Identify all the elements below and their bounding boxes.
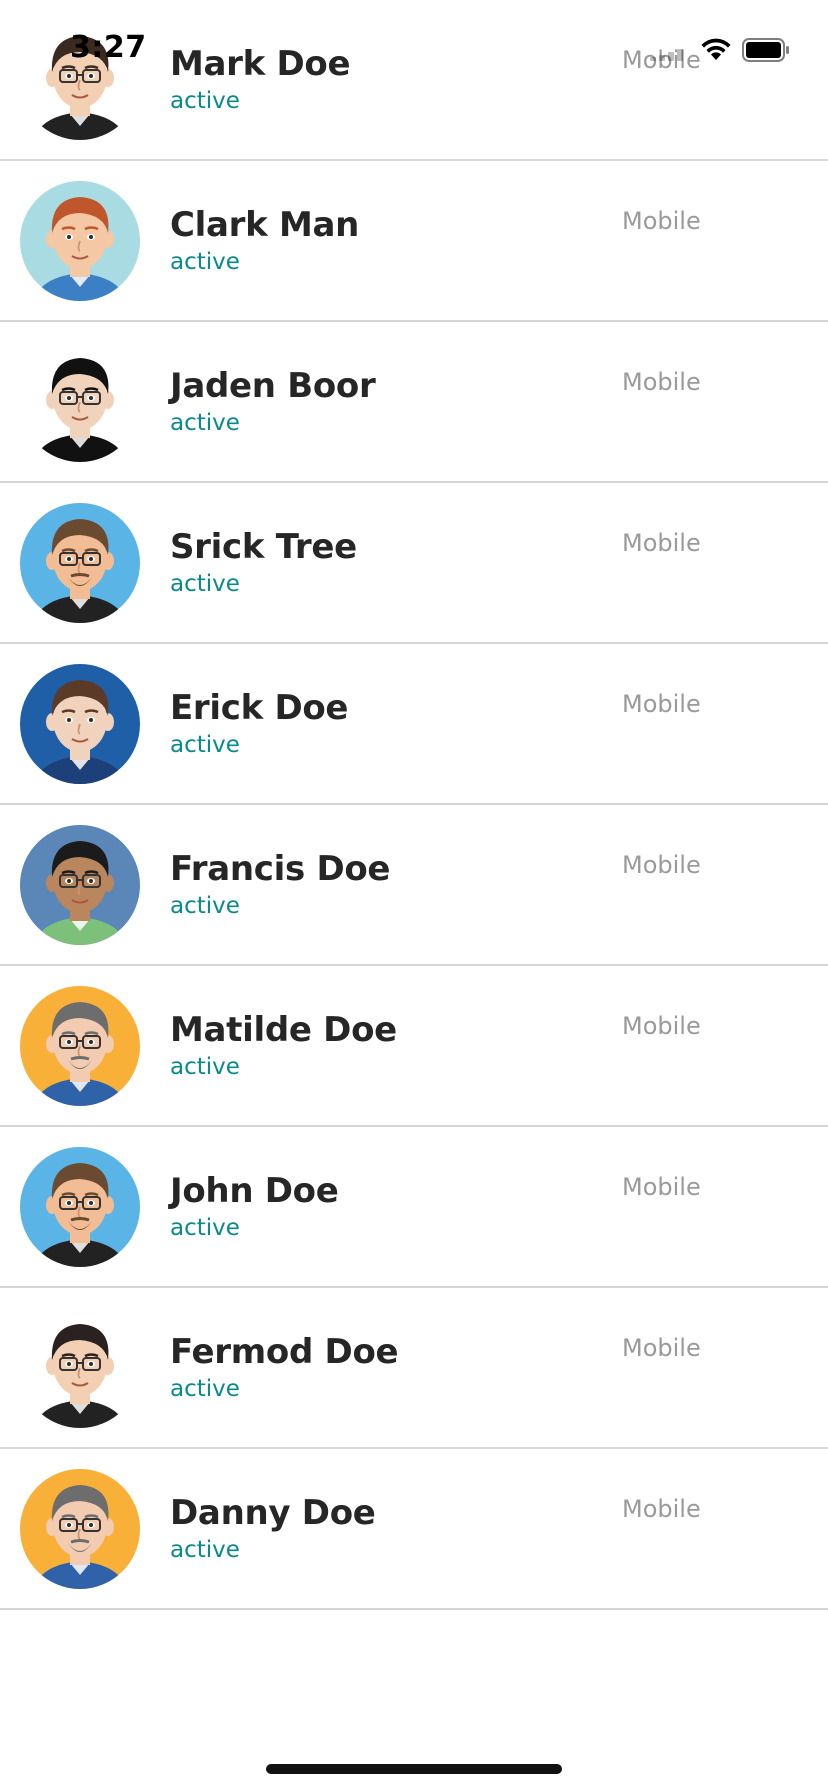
contact-row[interactable]: Srick Tree active Mobile — [0, 483, 828, 644]
contacts-screen: 3:27 Mark Doe active Mobile Clark Man active… — [0, 0, 828, 1792]
contact-status: active — [170, 893, 240, 919]
contact-row[interactable]: Danny Doe active Mobile — [0, 1449, 828, 1610]
contact-status: active — [170, 249, 240, 275]
home-indicator[interactable] — [266, 1764, 562, 1774]
avatar — [20, 20, 140, 140]
contact-name: Fermod Doe — [170, 1332, 399, 1372]
avatar — [20, 1308, 140, 1428]
contact-device: Mobile — [622, 851, 701, 879]
contact-device: Mobile — [622, 46, 701, 74]
avatar — [20, 664, 140, 784]
contact-status: active — [170, 1215, 240, 1241]
avatar — [20, 342, 140, 462]
contact-name: Erick Doe — [170, 688, 349, 728]
contact-name: John Doe — [170, 1171, 339, 1211]
contact-status: active — [170, 1537, 240, 1563]
contact-device: Mobile — [622, 529, 701, 557]
contact-row[interactable]: Francis Doe active Mobile — [0, 805, 828, 966]
avatar — [20, 503, 140, 623]
contact-list: Mark Doe active Mobile Clark Man active Mobil… — [0, 0, 828, 1610]
contact-name: Jaden Boor — [170, 366, 376, 406]
contact-name: Srick Tree — [170, 527, 357, 567]
contact-status: active — [170, 1376, 240, 1402]
contact-name: Danny Doe — [170, 1493, 376, 1533]
avatar — [20, 1469, 140, 1589]
contact-status: active — [170, 88, 240, 114]
contact-row[interactable]: Mark Doe active Mobile — [0, 0, 828, 161]
avatar — [20, 825, 140, 945]
avatar — [20, 986, 140, 1106]
contact-status: active — [170, 571, 240, 597]
contact-device: Mobile — [622, 1334, 701, 1362]
contact-device: Mobile — [622, 1173, 701, 1201]
contact-status: active — [170, 410, 240, 436]
contact-name: Mark Doe — [170, 44, 351, 84]
contact-device: Mobile — [622, 368, 701, 396]
contact-device: Mobile — [622, 690, 701, 718]
contact-row[interactable]: John Doe active Mobile — [0, 1127, 828, 1288]
contact-row[interactable]: Fermod Doe active Mobile — [0, 1288, 828, 1449]
contact-row[interactable]: Jaden Boor active Mobile — [0, 322, 828, 483]
contact-row[interactable]: Clark Man active Mobile — [0, 161, 828, 322]
contact-row[interactable]: Erick Doe active Mobile — [0, 644, 828, 805]
contact-device: Mobile — [622, 207, 701, 235]
contact-device: Mobile — [622, 1012, 701, 1040]
contact-name: Clark Man — [170, 205, 360, 245]
avatar — [20, 1147, 140, 1267]
contact-status: active — [170, 732, 240, 758]
contact-row[interactable]: Matilde Doe active Mobile — [0, 966, 828, 1127]
contact-device: Mobile — [622, 1495, 701, 1523]
contact-name: Matilde Doe — [170, 1010, 397, 1050]
avatar — [20, 181, 140, 301]
contact-status: active — [170, 1054, 240, 1080]
contact-name: Francis Doe — [170, 849, 391, 889]
